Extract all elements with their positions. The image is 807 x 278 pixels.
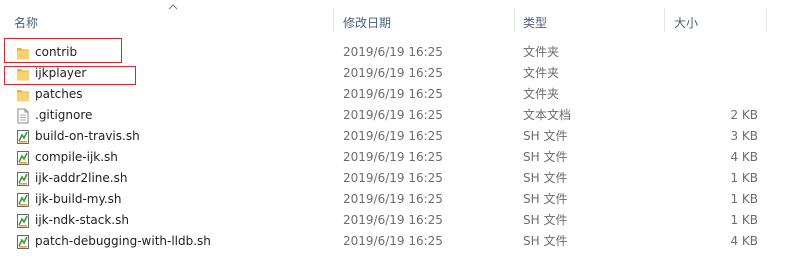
sort-ascending-icon: [168, 4, 178, 10]
file-modified-date: 2019/6/19 16:25: [343, 108, 443, 122]
file-row[interactable]: patch-debugging-with-lldb.sh 2019/6/19 16…: [0, 231, 770, 252]
column-divider[interactable]: [766, 8, 767, 32]
file-size: 1 KB: [730, 171, 758, 185]
file-modified-date: 2019/6/19 16:25: [343, 150, 443, 164]
file-modified-date: 2019/6/19 16:25: [343, 192, 443, 206]
sh-file-icon: [16, 171, 30, 187]
file-row[interactable]: build-on-travis.sh 2019/6/19 16:25 SH 文件 3 …: [0, 126, 770, 147]
file-type: SH 文件: [523, 129, 568, 143]
file-type: 文本文档: [523, 108, 572, 122]
file-modified-date: 2019/6/19 16:25: [343, 129, 443, 143]
file-row[interactable]: ijkplayer 2019/6/19 16:25 文件夹: [0, 63, 770, 84]
file-name: ijk-ndk-stack.sh: [35, 213, 129, 227]
file-size: 2 KB: [730, 108, 758, 122]
file-name: ijkplayer: [35, 66, 87, 80]
column-divider[interactable]: [514, 8, 515, 32]
file-type: 文件夹: [523, 45, 560, 59]
file-modified-date: 2019/6/19 16:25: [343, 66, 443, 80]
column-divider[interactable]: [664, 8, 665, 32]
file-row[interactable]: ijk-build-my.sh 2019/6/19 16:25 SH 文件 1 KB: [0, 189, 770, 210]
file-size: 3 KB: [730, 129, 758, 143]
file-type: SH 文件: [523, 150, 568, 164]
file-row[interactable]: patches 2019/6/19 16:25 文件夹: [0, 84, 770, 105]
file-type: SH 文件: [523, 213, 568, 227]
column-header-date[interactable]: 修改日期: [343, 14, 391, 31]
file-row[interactable]: ijk-addr2line.sh 2019/6/19 16:25 SH 文件 1 KB: [0, 168, 770, 189]
file-name: ijk-addr2line.sh: [35, 171, 128, 185]
folder-icon: [16, 66, 30, 82]
file-type: SH 文件: [523, 234, 568, 248]
file-type: 文件夹: [523, 66, 560, 80]
column-divider[interactable]: [333, 8, 334, 32]
folder-icon: [16, 45, 30, 61]
sh-file-icon: [16, 213, 30, 229]
sh-file-icon: [16, 129, 30, 145]
file-type: SH 文件: [523, 192, 568, 206]
folder-icon: [16, 87, 30, 103]
file-modified-date: 2019/6/19 16:25: [343, 171, 443, 185]
column-header-size[interactable]: 大小: [674, 14, 698, 31]
file-name: patch-debugging-with-lldb.sh: [35, 234, 211, 248]
file-name: compile-ijk.sh: [35, 150, 118, 164]
file-size: 4 KB: [730, 150, 758, 164]
sh-file-icon: [16, 234, 30, 250]
file-name: build-on-travis.sh: [35, 129, 140, 143]
file-name: ijk-build-my.sh: [35, 192, 122, 206]
file-row[interactable]: contrib 2019/6/19 16:25 文件夹: [0, 42, 770, 63]
column-header-type[interactable]: 类型: [523, 14, 547, 31]
file-row[interactable]: ijk-ndk-stack.sh 2019/6/19 16:25 SH 文件 1 KB: [0, 210, 770, 231]
file-modified-date: 2019/6/19 16:25: [343, 213, 443, 227]
file-type: SH 文件: [523, 171, 568, 185]
text-file-icon: [16, 108, 30, 124]
file-modified-date: 2019/6/19 16:25: [343, 87, 443, 101]
file-name: patches: [35, 87, 83, 101]
file-size: 1 KB: [730, 213, 758, 227]
column-header-bar: 名称 修改日期 类型 大小: [0, 0, 807, 35]
column-header-name[interactable]: 名称: [14, 14, 38, 31]
file-size: 1 KB: [730, 192, 758, 206]
sh-file-icon: [16, 192, 30, 208]
file-name: .gitignore: [35, 108, 93, 122]
file-row[interactable]: .gitignore 2019/6/19 16:25 文本文档 2 KB: [0, 105, 770, 126]
file-modified-date: 2019/6/19 16:25: [343, 45, 443, 59]
sh-file-icon: [16, 150, 30, 166]
file-type: 文件夹: [523, 87, 560, 101]
file-row[interactable]: compile-ijk.sh 2019/6/19 16:25 SH 文件 4 KB: [0, 147, 770, 168]
file-name: contrib: [35, 45, 78, 59]
file-modified-date: 2019/6/19 16:25: [343, 234, 443, 248]
file-size: 4 KB: [730, 234, 758, 248]
